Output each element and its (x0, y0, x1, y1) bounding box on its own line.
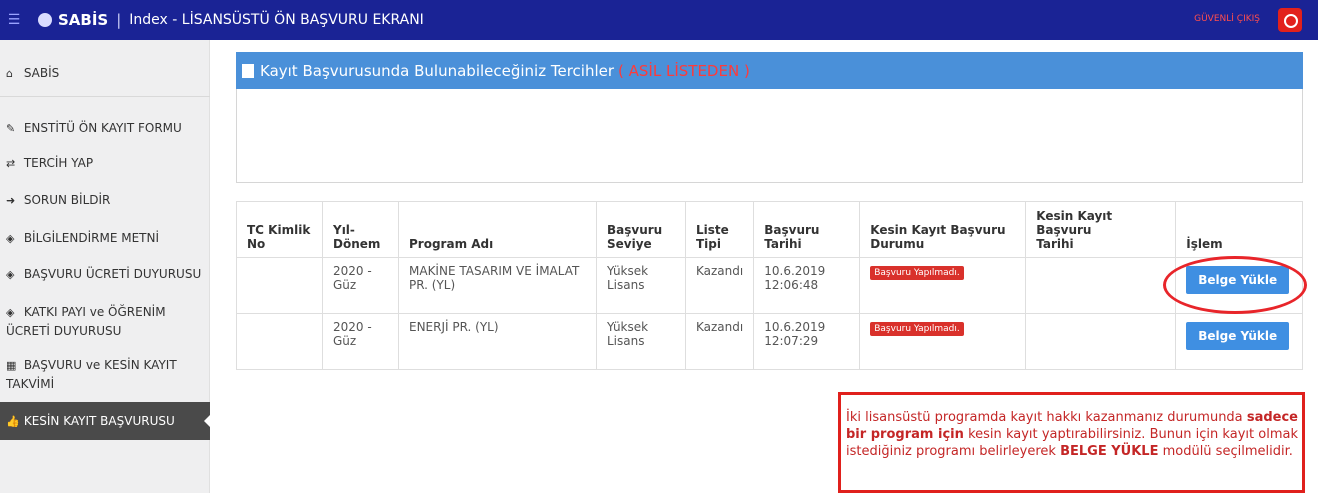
sidebar-item-label: ÜCRETİ DUYURUSU (6, 324, 122, 338)
table-header-row: TC Kimlik No Yıl- Dönem Program Adı Başvur… (236, 201, 1303, 258)
col-kesin-tarih: Kesin Kayıt Başvuru Tarihi (1025, 201, 1177, 258)
sidebar-item-sorun-bildir[interactable]: ➜ SORUN BİLDİR (0, 191, 210, 210)
cell-islem: Belge Yükle (1175, 313, 1303, 370)
sidebar-item-label: SABİS (23, 66, 60, 80)
sidebar-item-label: SORUN BİLDİR (23, 193, 111, 207)
sidebar-item-enstitu-form[interactable]: ✎ ENSTİTÜ ÖN KAYIT FORMU (0, 119, 210, 138)
cell-liste: Kazandı (684, 313, 755, 370)
cell-durum: Başvuru Yapılmadı. (859, 257, 1027, 314)
cell-durum: Başvuru Yapılmadı. (859, 313, 1027, 370)
panel-header: Kayıt Başvurusunda Bulunabileceğiniz Ter… (236, 52, 1303, 89)
cell-program: ENERJİ PR. (YL) (398, 313, 597, 370)
panel-title: Kayıt Başvurusunda Bulunabileceğiniz Ter… (260, 61, 615, 80)
col-donem: Yıl- Dönem (322, 201, 399, 258)
sidebar-item-label: ENSTİTÜ ÖN KAYIT FORMU (23, 121, 182, 135)
col-durum: Kesin Kayıt Başvuru Durumu (859, 201, 1027, 258)
cell-donem: 2020 - Güz (322, 313, 399, 370)
sidebar-item-takvim[interactable]: ▦ BAŞVURU ve KESİN KAYIT TAKVİMİ (0, 356, 210, 393)
cell-tc (236, 313, 323, 370)
info-note: İki lisansüstü programda kayıt hakkı kaz… (838, 392, 1305, 493)
sidebar-item-katki-payi[interactable]: ◈ KATKI PAYI ve ÖĞRENİM ÜCRETİ DUYURUSU (0, 303, 210, 340)
cell-kesin-tarih (1025, 313, 1177, 370)
pencil-icon: ✎ (6, 122, 16, 135)
cell-liste: Kazandı (684, 257, 755, 314)
sidebar-item-label: KESİN KAYIT BAŞVURUSU (23, 414, 175, 428)
col-islem: İşlem (1175, 201, 1303, 258)
calendar-icon: ▦ (6, 359, 17, 372)
sidebar-item-basvuru-ucreti[interactable]: ◈ BAŞVURU ÜCRETİ DUYURUSU (0, 265, 210, 284)
cell-seviye: Yüksek Lisans (596, 257, 686, 314)
sidebar: ⌂ SABİS ✎ ENSTİTÜ ÖN KAYIT FORMU ⇄ TERCİ… (0, 40, 211, 493)
home-icon: ⌂ (6, 67, 13, 80)
table-row: 2020 - Güz ENERJİ PR. (YL) Yüksek Lisans K… (236, 313, 1303, 370)
cell-islem: Belge Yükle (1175, 257, 1303, 314)
upload-document-button[interactable]: Belge Yükle (1186, 322, 1290, 350)
sidebar-item-label: TAKVİMİ (6, 377, 55, 391)
power-icon[interactable] (1278, 8, 1302, 32)
page-title: Index - LİSANSÜSTÜ ÖN BAŞVURU EKRANI (129, 12, 424, 28)
globe-icon (38, 13, 52, 27)
upload-document-button[interactable]: Belge Yükle (1186, 266, 1290, 294)
col-tc: TC Kimlik No (236, 201, 323, 258)
status-badge: Başvuru Yapılmadı. (870, 266, 964, 280)
sidebar-item-sabis[interactable]: ⌂ SABİS (0, 64, 210, 83)
sidebar-item-label: BAŞVURU ÜCRETİ DUYURUSU (23, 267, 202, 281)
brand[interactable]: SABİS (58, 11, 108, 29)
cell-donem: 2020 - Güz (322, 257, 399, 314)
sidebar-divider (0, 96, 210, 97)
cell-tarih: 10.6.2019 12:07:29 (753, 313, 861, 370)
cell-program: MAKİNE TASARIM VE İMALAT PR. (YL) (398, 257, 597, 314)
cell-tc (236, 257, 323, 314)
cell-seviye: Yüksek Lisans (596, 313, 686, 370)
sidebar-item-label: TERCİH YAP (23, 156, 94, 170)
tag-icon: ◈ (6, 306, 15, 319)
menu-icon[interactable]: ☰ (0, 12, 28, 28)
panel-title-highlight: ( ASİL LİSTEDEN ) (618, 61, 750, 80)
col-liste: Liste Tipi (684, 201, 755, 258)
sidebar-item-label: BİLGİLENDİRME METNİ (23, 231, 160, 245)
thumbs-up-icon: 👍 (6, 415, 20, 428)
preferences-table: TC Kimlik No Yıl- Dönem Program Adı Başvur… (236, 201, 1303, 370)
cell-tarih: 10.6.2019 12:06:48 (753, 257, 861, 314)
tag-icon: ◈ (6, 268, 15, 281)
sidebar-item-bilgilendirme[interactable]: ◈ BİLGİLENDİRME METNİ (0, 229, 210, 248)
col-program: Program Adı (398, 201, 597, 258)
arrow-right-icon: ➜ (6, 194, 16, 207)
col-tarih: Başvuru Tarihi (753, 201, 861, 258)
document-icon (242, 63, 254, 78)
top-bar: ☰ SABİS | Index - LİSANSÜSTÜ ÖN BAŞVURU … (0, 0, 1318, 40)
status-badge: Başvuru Yapılmadı. (870, 322, 964, 336)
title-separator: | (116, 11, 122, 29)
logout-link[interactable]: GÜVENLİ ÇIKIŞ (1194, 14, 1260, 24)
cell-kesin-tarih (1025, 257, 1177, 314)
tag-icon: ◈ (6, 232, 15, 245)
sidebar-item-kesin-kayit[interactable]: 👍 KESİN KAYIT BAŞVURUSU (0, 402, 211, 440)
sidebar-item-tercih-yap[interactable]: ⇄ TERCİH YAP (0, 154, 210, 173)
col-seviye: Başvuru Seviye (596, 201, 686, 258)
sidebar-item-label: BAŞVURU ve KESİN KAYIT (23, 358, 177, 372)
sidebar-item-label: KATKI PAYI ve ÖĞRENİM (23, 305, 166, 319)
table-row: 2020 - Güz MAKİNE TASARIM VE İMALAT PR. (Y… (236, 257, 1303, 314)
panel-body (236, 89, 1303, 183)
exchange-icon: ⇄ (6, 157, 16, 170)
